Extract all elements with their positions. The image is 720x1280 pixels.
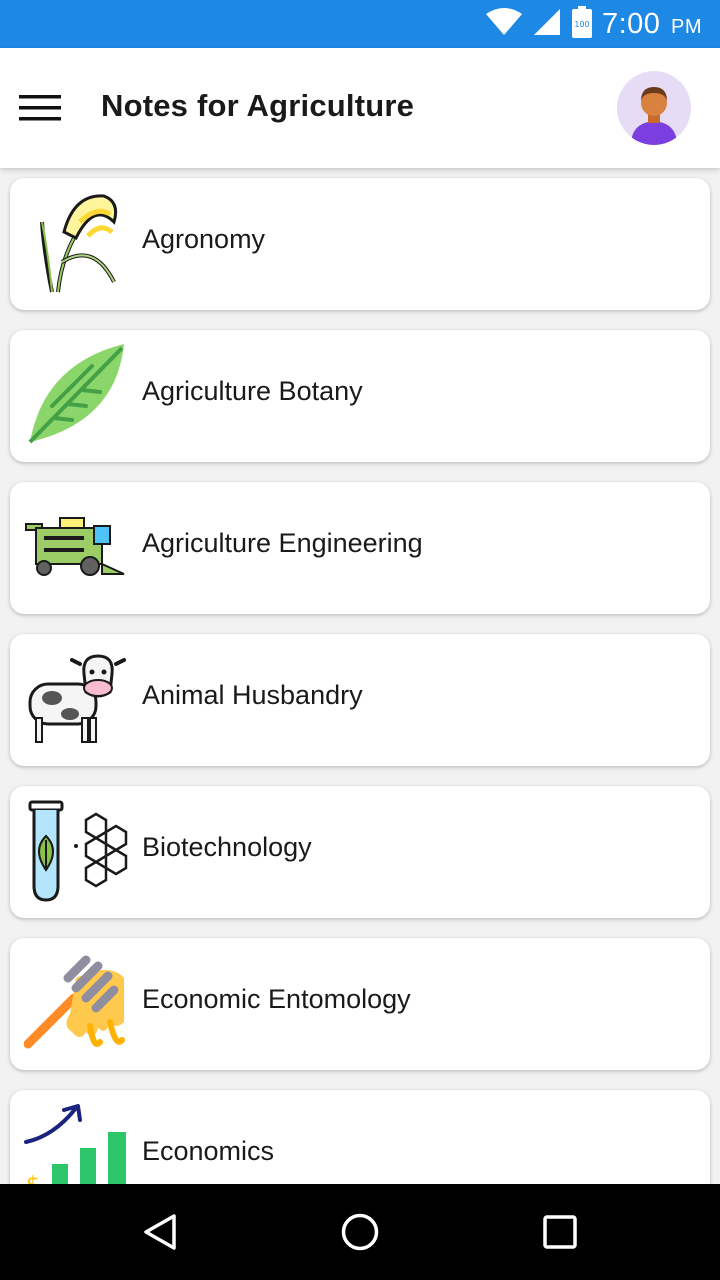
page-title: Notes for Agriculture	[101, 88, 415, 123]
system-nav-bar	[0, 1184, 720, 1280]
list-item-agriculture-engineering[interactable]: Agriculture Engineering	[10, 482, 710, 614]
list-item-economics[interactable]: $ Economics	[10, 1090, 710, 1184]
list-item-label: Economic Entomology	[142, 984, 411, 1014]
status-bar: 100 7:00 PM	[0, 0, 720, 48]
growth-chart-icon: $	[24, 1104, 128, 1184]
status-icons: 100 7:00 PM	[485, 5, 702, 43]
list-item-label: Agriculture Botany	[142, 376, 363, 406]
list-item-label: Biotechnology	[142, 832, 312, 862]
harvester-icon	[24, 496, 128, 600]
list-item-biotechnology[interactable]: Biotechnology	[10, 786, 710, 918]
clock-time: 7:00	[601, 7, 661, 40]
clock-ampm: PM	[671, 15, 702, 38]
list-item-label: Economics	[142, 1136, 275, 1166]
wifi-icon	[485, 7, 522, 41]
cow-icon	[24, 648, 128, 752]
hamburger-menu-icon[interactable]	[14, 82, 66, 134]
test-tube-icon	[24, 800, 128, 904]
leaf-icon	[24, 344, 128, 448]
list-item-label: Agriculture Engineering	[142, 528, 423, 558]
home-icon[interactable]	[336, 1208, 384, 1256]
list-item-animal-husbandry[interactable]: Animal Husbandry	[10, 634, 710, 766]
cellular-signal-icon	[532, 7, 562, 42]
list-item-label: Animal Husbandry	[142, 680, 363, 710]
honey-dipper-icon	[23, 952, 128, 1056]
back-icon[interactable]	[136, 1208, 184, 1256]
battery-level-text: 100	[574, 20, 589, 29]
category-list[interactable]: Agronomy Agriculture Botany Agriculture …	[0, 168, 720, 1184]
list-item-label: Agronomy	[142, 224, 266, 254]
list-item-economic-entomology[interactable]: Economic Entomology	[10, 938, 710, 1070]
wheat-icon	[24, 192, 128, 296]
svg-text:$: $	[26, 1173, 40, 1184]
status-time: 7:00 PM	[602, 8, 702, 41]
recents-icon[interactable]	[536, 1208, 584, 1256]
list-item-agriculture-botany[interactable]: Agriculture Botany	[10, 330, 710, 462]
battery-icon: 100	[571, 5, 592, 43]
app-bar: Notes for Agriculture	[0, 48, 720, 168]
user-avatar-icon[interactable]	[617, 71, 691, 145]
list-item-agronomy[interactable]: Agronomy	[10, 178, 710, 310]
